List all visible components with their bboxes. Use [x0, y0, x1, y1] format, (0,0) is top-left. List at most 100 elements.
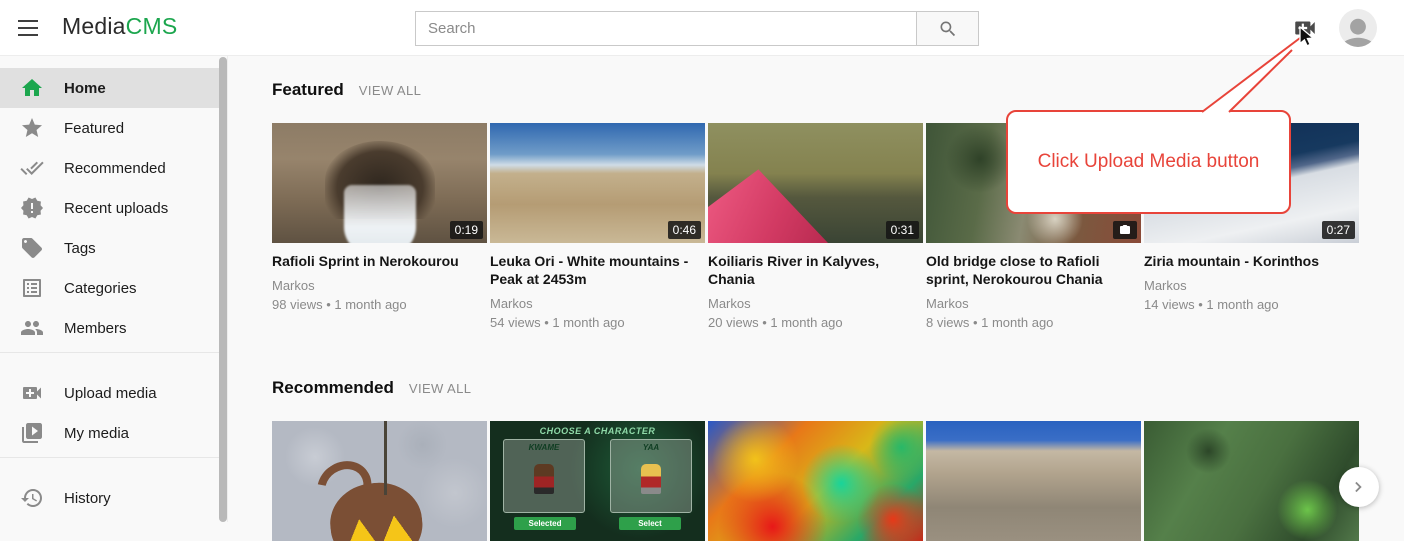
game-panel-right: YAA [610, 439, 692, 513]
search-button[interactable] [916, 11, 979, 46]
recommended-section: Recommended VIEW ALL CHOOSE A CHARACTER … [272, 378, 1359, 541]
new-releases-icon [20, 196, 44, 220]
sidebar-divider [0, 352, 220, 353]
pumpkin-art [326, 479, 426, 541]
game-select-button: Select [619, 517, 681, 530]
media-card [926, 421, 1141, 541]
video-thumbnail[interactable] [272, 421, 487, 541]
video-thumbnail[interactable] [708, 421, 923, 541]
home-icon [20, 76, 44, 100]
duration-badge: 0:27 [1322, 221, 1355, 239]
sidebar-item-members[interactable]: Members [0, 308, 220, 348]
sidebar-item-label: Featured [64, 120, 124, 137]
search-input[interactable] [415, 11, 917, 46]
sidebar-scrollbar[interactable] [219, 57, 227, 522]
photo-badge [1113, 221, 1137, 239]
section-title: Recommended [272, 378, 394, 398]
tag-icon [20, 236, 44, 260]
video-thumbnail[interactable]: 0:46 [490, 123, 705, 243]
view-all-link[interactable]: VIEW ALL [359, 83, 421, 98]
duration-badge: 0:31 [886, 221, 919, 239]
game-character-name: KWAME [504, 443, 584, 452]
sidebar-item-my-media[interactable]: My media [0, 413, 220, 453]
sidebar-item-label: History [64, 490, 111, 507]
media-card: 0:31 Koiliaris River in Kalyves, Chania … [708, 123, 923, 332]
media-meta: 8 views • 1 month ago [926, 313, 1141, 332]
sidebar-item-label: My media [64, 425, 129, 442]
carousel-next-button[interactable] [1339, 467, 1379, 507]
duration-badge: 0:19 [450, 221, 483, 239]
media-card [272, 421, 487, 541]
media-meta: 54 views • 1 month ago [490, 313, 705, 332]
duration-badge: 0:46 [668, 221, 701, 239]
media-meta: 98 views • 1 month ago [272, 295, 487, 314]
media-title[interactable]: Koiliaris River in Kalyves, Chania [708, 252, 923, 288]
logo-media: Media [62, 13, 126, 39]
video-thumbnail[interactable]: 0:31 [708, 123, 923, 243]
video-thumbnail[interactable]: CHOOSE A CHARACTER KWAME YAA Selected Se… [490, 421, 705, 541]
sidebar-item-featured[interactable]: Featured [0, 108, 220, 148]
sidebar-item-tags[interactable]: Tags [0, 228, 220, 268]
media-card: 0:19 Rafioli Sprint in Nerokourou Markos… [272, 123, 487, 332]
sidebar-item-label: Tags [64, 240, 96, 257]
video-thumbnail[interactable] [926, 421, 1141, 541]
sidebar-item-label: Categories [64, 280, 137, 297]
logo-cms: CMS [126, 13, 178, 39]
sidebar-item-upload-media[interactable]: Upload media [0, 373, 220, 413]
video-thumbnail[interactable]: 0:19 [272, 123, 487, 243]
sidebar-item-label: Upload media [64, 385, 157, 402]
annotation-text: Click Upload Media button [1038, 151, 1260, 173]
sidebar-item-label: Recommended [64, 160, 166, 177]
annotation-callout: Click Upload Media button [1006, 110, 1291, 214]
game-title-text: CHOOSE A CHARACTER [490, 426, 705, 436]
camera-icon [1118, 224, 1132, 236]
sidebar-item-recommended[interactable]: Recommended [0, 148, 220, 188]
media-title[interactable]: Old bridge close to Rafioli sprint, Nero… [926, 252, 1141, 288]
media-card: CHOOSE A CHARACTER KWAME YAA Selected Se… [490, 421, 705, 541]
game-character-sprite [641, 464, 661, 494]
star-icon [20, 116, 44, 140]
sidebar-divider [0, 457, 220, 458]
section-title: Featured [272, 80, 344, 100]
upload-media-icon [20, 381, 44, 405]
search-bar [415, 11, 979, 46]
media-meta: 20 views • 1 month ago [708, 313, 923, 332]
video-thumbnail[interactable] [1144, 421, 1359, 541]
chevron-right-icon [1348, 476, 1370, 498]
media-title[interactable]: Rafioli Sprint in Nerokourou [272, 252, 487, 270]
media-author[interactable]: Markos [708, 295, 923, 313]
upload-media-icon [1292, 15, 1318, 41]
sidebar-item-label: Home [64, 80, 106, 97]
video-library-icon [20, 421, 44, 445]
media-title[interactable]: Leuka Ori - White mountains - Peak at 24… [490, 252, 705, 288]
person-icon [1339, 14, 1377, 47]
sidebar-item-categories[interactable]: Categories [0, 268, 220, 308]
media-author[interactable]: Markos [490, 295, 705, 313]
avatar[interactable] [1339, 9, 1377, 47]
sidebar-item-home[interactable]: Home [0, 68, 220, 108]
game-character-name: YAA [611, 443, 691, 452]
media-author[interactable]: Markos [1144, 277, 1359, 295]
logo[interactable]: MediaCMS [62, 13, 177, 40]
sidebar-item-history[interactable]: History [0, 478, 220, 518]
media-meta: 14 views • 1 month ago [1144, 295, 1359, 314]
sidebar-item-label: Recent uploads [64, 200, 168, 217]
menu-icon[interactable] [18, 20, 38, 36]
media-title[interactable]: Ziria mountain - Korinthos [1144, 252, 1359, 270]
game-character-sprite [534, 464, 554, 494]
top-bar: MediaCMS [0, 0, 1404, 56]
media-author[interactable]: Markos [926, 295, 1141, 313]
sidebar: Home Featured Recommended Recent uploads… [0, 56, 228, 522]
media-card: 0:46 Leuka Ori - White mountains - Peak … [490, 123, 705, 332]
media-author[interactable]: Markos [272, 277, 487, 295]
search-icon [938, 19, 958, 39]
game-panel-left: KWAME [503, 439, 585, 513]
view-all-link[interactable]: VIEW ALL [409, 381, 471, 396]
game-selected-button: Selected [514, 517, 576, 530]
upload-media-button[interactable] [1292, 15, 1318, 41]
categories-icon [20, 276, 44, 300]
done-all-icon [20, 156, 44, 180]
sidebar-item-recent-uploads[interactable]: Recent uploads [0, 188, 220, 228]
sidebar-item-label: Members [64, 320, 127, 337]
history-icon [20, 486, 44, 510]
